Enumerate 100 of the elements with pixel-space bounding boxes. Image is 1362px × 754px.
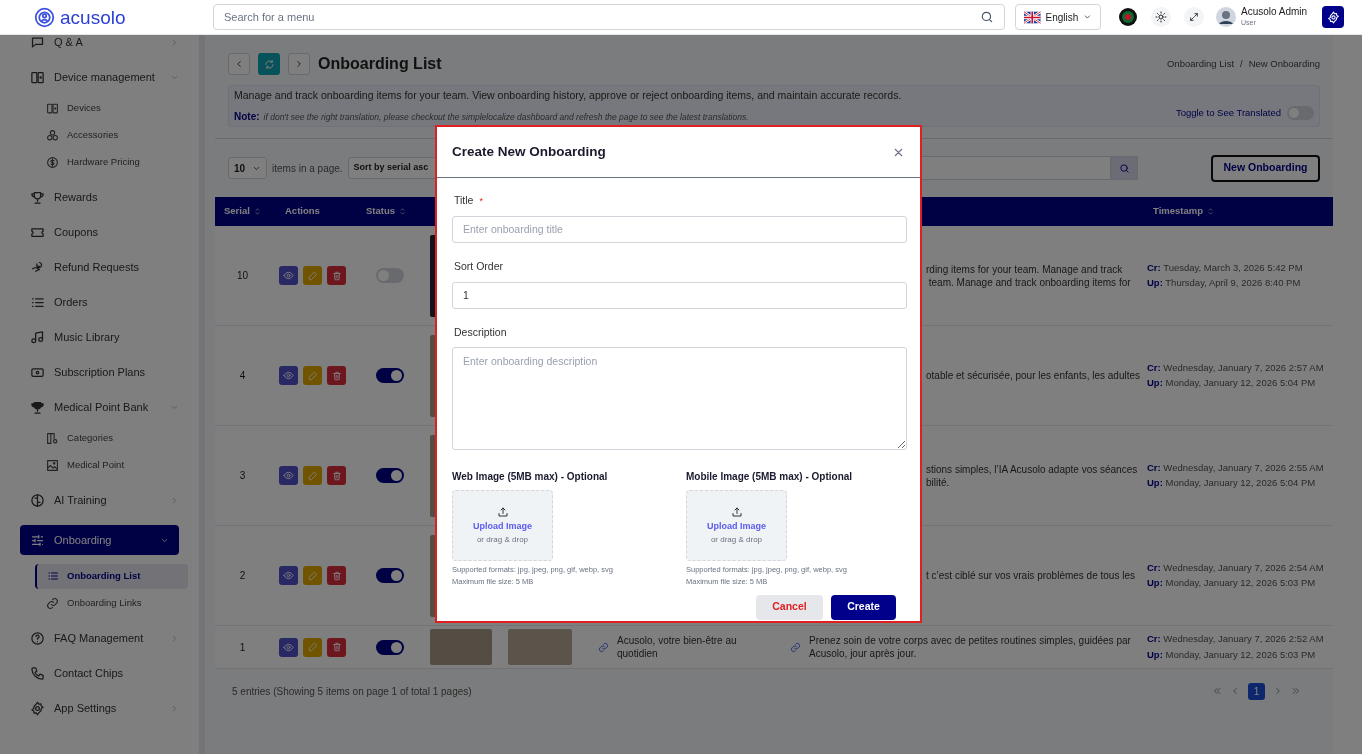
- new-onboarding-button[interactable]: New Onboarding: [1211, 154, 1320, 182]
- sidebar-subitem[interactable]: Medical Point: [0, 452, 199, 479]
- forward-button[interactable]: [288, 53, 310, 75]
- sidebar-item[interactable]: AI Training: [0, 483, 199, 518]
- edit-button[interactable]: [303, 366, 322, 385]
- table-summary: 5 entries (Showing 5 items on page 1 of total 1 pages): [232, 684, 472, 699]
- phone-icon: [30, 666, 45, 681]
- sidebar-item[interactable]: Medical Point Bank: [0, 390, 199, 425]
- delete-button[interactable]: [327, 466, 346, 485]
- sidebar-item[interactable]: Rewards: [0, 180, 199, 215]
- description-field[interactable]: Enter onboarding description: [452, 347, 907, 451]
- delete-button[interactable]: [327, 637, 346, 657]
- sidebar-item[interactable]: Q & A: [0, 35, 199, 60]
- search-icon: [980, 10, 994, 24]
- theme-button[interactable]: [1151, 7, 1171, 27]
- expand-icon: [1189, 12, 1199, 22]
- sidebar-item[interactable]: Subscription Plans: [0, 355, 199, 390]
- upload-dropzone[interactable]: Upload Image or drag & drop: [686, 490, 787, 562]
- breadcrumb-item: New Onboarding: [1248, 56, 1320, 71]
- photo-placeholder: [508, 629, 572, 665]
- upload-dropzone[interactable]: Upload Image or drag & drop: [452, 490, 553, 562]
- updated-timestamp: Up: Monday, January 12, 2026 5:03 PM: [1147, 647, 1317, 662]
- first-page-button[interactable]: [1212, 686, 1222, 696]
- pencil-icon: [307, 470, 318, 481]
- delete-button[interactable]: [327, 366, 346, 385]
- previous-page-button[interactable]: [1230, 686, 1240, 696]
- description-cell-text: stions simples, l’IA Acusolo adapte vos séances bilité.: [926, 462, 1139, 489]
- edit-button[interactable]: [303, 266, 322, 285]
- settings-icon: [30, 701, 45, 716]
- input-field[interactable]: Enter onboarding title: [452, 215, 907, 243]
- next-page-button[interactable]: [1273, 686, 1283, 696]
- upload-link[interactable]: Upload Image: [707, 520, 766, 534]
- breadcrumb-item[interactable]: Onboarding List: [1167, 56, 1235, 72]
- search-placeholder: Search for a menu: [224, 9, 315, 25]
- column-header[interactable]: Serial: [215, 204, 270, 219]
- last-page-button[interactable]: [1291, 686, 1301, 696]
- settings-button[interactable]: [1322, 6, 1345, 28]
- edit-button[interactable]: [303, 637, 322, 657]
- sidebar-subitem[interactable]: Devices: [0, 95, 199, 122]
- view-button[interactable]: [279, 366, 298, 385]
- sidebar-item[interactable]: Coupons: [0, 215, 199, 250]
- sidebar-item[interactable]: Refund Requests: [0, 250, 199, 285]
- list-icon: [30, 295, 45, 310]
- sidebar-subitem[interactable]: Hardware Pricing: [0, 149, 199, 176]
- status-toggle[interactable]: [376, 468, 404, 483]
- sidebar-subitem[interactable]: Accessories: [0, 122, 199, 149]
- cancel-button[interactable]: Cancel: [756, 594, 823, 620]
- page-title: Onboarding List: [318, 54, 442, 74]
- view-button[interactable]: [279, 566, 298, 585]
- delete-button[interactable]: [327, 566, 346, 585]
- edit-button[interactable]: [303, 566, 322, 585]
- language-button[interactable]: English: [1015, 4, 1101, 30]
- chevron-right-icon: [170, 496, 179, 505]
- sidebar-item[interactable]: Orders: [0, 285, 199, 320]
- edit-button[interactable]: [303, 466, 322, 485]
- create-button[interactable]: Create: [831, 594, 896, 620]
- column-header[interactable]: Timestamp: [1142, 204, 1333, 219]
- avatar-icon[interactable]: [1216, 7, 1236, 27]
- view-button[interactable]: [279, 466, 298, 485]
- sidebar-item[interactable]: Music Library: [0, 320, 199, 355]
- double-chevron-left-icon: [1212, 686, 1222, 696]
- page-button[interactable]: 1: [1248, 682, 1265, 700]
- input-field[interactable]: 1: [452, 281, 907, 309]
- description-cell: otable et sécurisée, pour les enfants, les adultes: [926, 369, 1142, 382]
- sidebar-item[interactable]: Contact Chips: [0, 656, 199, 691]
- status-toggle[interactable]: [376, 568, 404, 583]
- view-button[interactable]: [279, 266, 298, 285]
- sidebar-subitem[interactable]: Categories: [0, 425, 199, 452]
- eye-icon: [283, 470, 294, 481]
- sidebar-item[interactable]: FAQ Management: [0, 621, 199, 656]
- flag-icon[interactable]: [1118, 7, 1138, 27]
- page-size-select[interactable]: 10: [228, 157, 267, 179]
- sidebar-item[interactable]: Onboarding: [20, 525, 179, 555]
- field-label: Description: [453, 324, 507, 340]
- delete-button[interactable]: [327, 266, 346, 285]
- sidebar-item[interactable]: Device management: [0, 60, 199, 95]
- status-toggle[interactable]: [376, 639, 404, 655]
- menu-search-field[interactable]: Search for a menu: [213, 4, 1005, 30]
- status-toggle[interactable]: [376, 368, 404, 383]
- user-name: Acusolo Admin: [1241, 6, 1308, 19]
- chat-icon: [30, 35, 45, 50]
- eye-icon: [283, 370, 294, 381]
- view-button[interactable]: [279, 637, 298, 657]
- updated-timestamp: Up: Monday, January 12, 2026 5:03 PM: [1147, 576, 1317, 590]
- chevron-right-icon: [294, 59, 304, 69]
- back-button[interactable]: [228, 53, 250, 75]
- refresh-button[interactable]: [258, 53, 280, 75]
- device-icon: [30, 70, 45, 85]
- description-cell-text: rding items for your team. Manage and track team. Manage and track onboarding items for: [926, 262, 1132, 289]
- search-button[interactable]: [1110, 156, 1138, 180]
- cubes-icon: [46, 129, 59, 142]
- sidebar-subitem[interactable]: Onboarding List: [35, 563, 188, 589]
- eye-icon: [283, 641, 294, 653]
- sidebar-item[interactable]: App Settings: [0, 691, 199, 726]
- upload-link[interactable]: Upload Image: [473, 520, 532, 534]
- logo-icon: [34, 6, 55, 28]
- fullscreen-button[interactable]: [1184, 7, 1204, 27]
- serial-cell-text: 1: [238, 640, 247, 655]
- column-header[interactable]: Status: [355, 204, 425, 219]
- sidebar-subitem[interactable]: Onboarding Links: [0, 590, 199, 617]
